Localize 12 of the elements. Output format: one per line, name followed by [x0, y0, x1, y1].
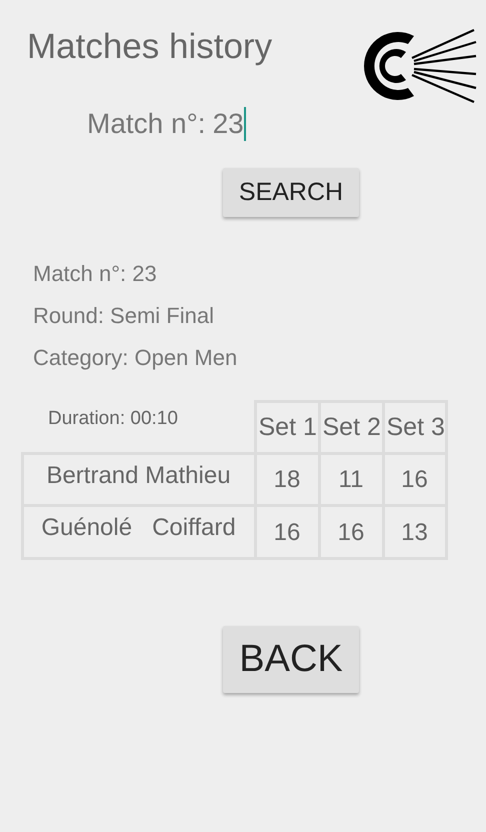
field-label: Match n°:: [87, 108, 206, 140]
column-header: Set 1: [254, 400, 320, 454]
screen-title: Matches history: [27, 26, 272, 68]
info-text: Round: Semi Final: [33, 302, 215, 330]
info-text: Match n°: 23: [33, 260, 158, 288]
search-button[interactable]: SEARCH: [223, 168, 359, 217]
duration-text: Duration: 00:10: [48, 408, 178, 430]
info-text: Category: Open Men: [33, 344, 238, 372]
player-cell: Bertrand Mathieu: [20, 452, 256, 506]
input-field[interactable]: 23: [212, 108, 244, 140]
back-button[interactable]: BACK: [223, 626, 359, 693]
text-cursor: [244, 107, 246, 141]
